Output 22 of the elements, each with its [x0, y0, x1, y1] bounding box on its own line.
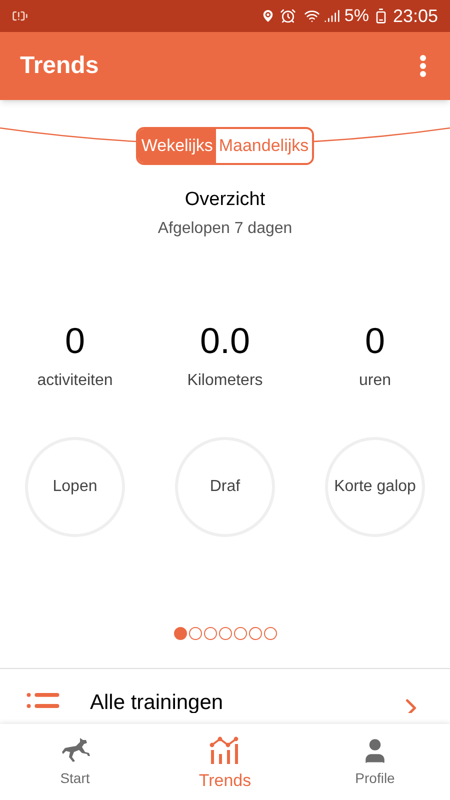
- chart-icon: [209, 736, 241, 766]
- battery-percent: 5%: [344, 5, 369, 28]
- nav-tab[interactable]: Start: [0, 724, 150, 800]
- app-title: Trends: [20, 51, 99, 81]
- nav-tab[interactable]: Profile: [300, 724, 450, 800]
- wifi-icon: [304, 8, 320, 24]
- period-tab[interactable]: Wekelijks: [138, 129, 216, 163]
- stat-label: uren: [358, 370, 392, 390]
- overview-title: Overzicht: [184, 188, 266, 212]
- list-row[interactable]: Alle trainingen: [0, 668, 450, 712]
- stat-value: 0: [364, 320, 386, 360]
- clock: 23:05: [392, 4, 438, 28]
- overview-subtitle: Afgelopen 7 dagen: [158, 218, 292, 238]
- stat-label: activiteiten: [37, 370, 113, 390]
- stat-value: 0.0: [200, 320, 250, 360]
- signal-icon: [324, 8, 340, 24]
- list-row-label: Alle trainingen: [90, 690, 224, 712]
- stat-label: Kilometers: [187, 370, 263, 390]
- stat-value: 0: [64, 320, 86, 360]
- alarm-icon: [280, 8, 296, 24]
- more-icon: [420, 55, 426, 77]
- nav-tab[interactable]: Trends: [150, 724, 300, 800]
